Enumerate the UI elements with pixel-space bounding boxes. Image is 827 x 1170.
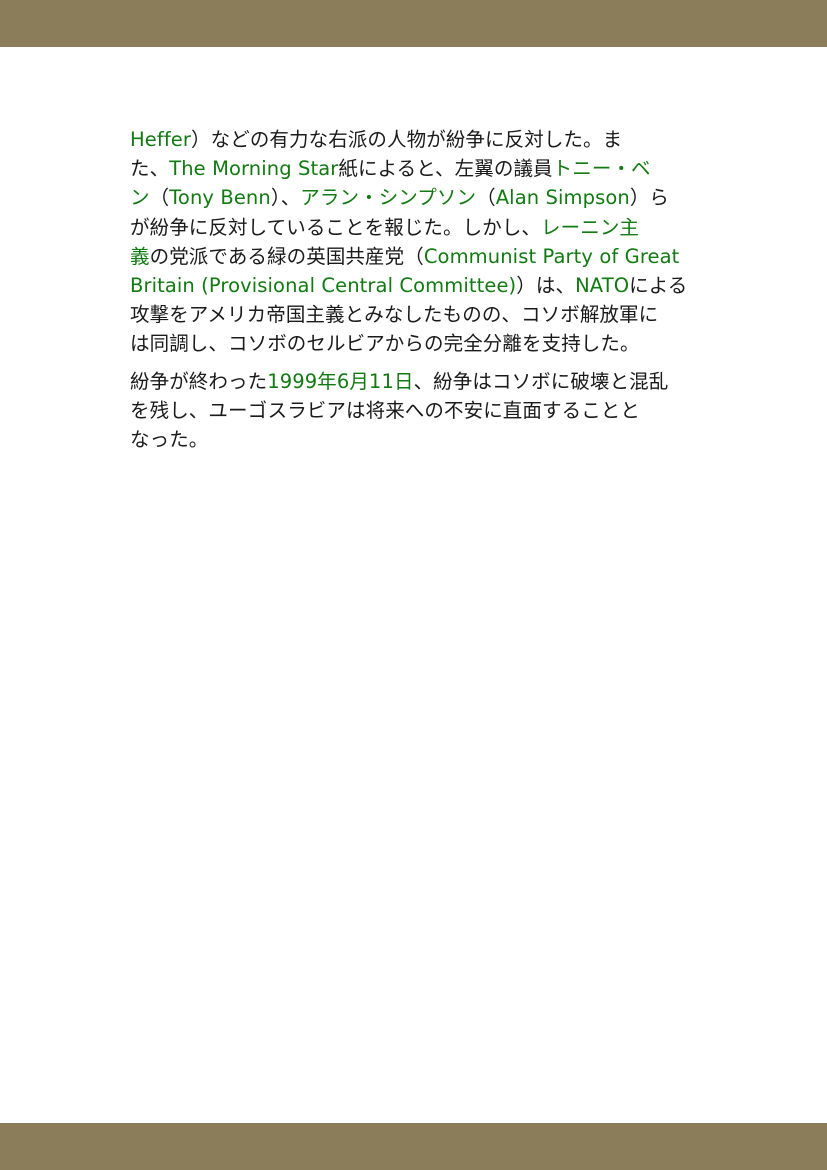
body-text: の党派である緑の英国共産党（: [149, 244, 424, 268]
text-line: を残し、ユーゴスラビアは将来への不安に直面することと: [130, 396, 690, 425]
text-line: Heffer）などの有力な右派の人物が紛争に反対した。ま: [130, 125, 690, 154]
text-line: 紛争が終わった1999年6月11日、紛争はコソボに破壊と混乱: [130, 367, 690, 396]
inline-link[interactable]: 1999年6月11日: [267, 370, 413, 393]
inline-link[interactable]: Communist Party of Great: [424, 245, 680, 268]
body-text: た、: [130, 157, 170, 181]
inline-link[interactable]: Britain (Provisional Central Committee): [130, 274, 516, 297]
body-text: ）は、: [516, 274, 576, 298]
text-line: Britain (Provisional Central Committee)）…: [130, 271, 690, 300]
body-text: が紛争に反対していることを報じた。しかし、: [130, 215, 542, 239]
inline-link[interactable]: レーニン主: [541, 216, 639, 239]
text-line: が紛争に反対していることを報じた。しかし、レーニン主: [130, 213, 690, 242]
inline-link[interactable]: NATO: [575, 274, 629, 297]
inline-link[interactable]: トニー・ベ: [553, 157, 651, 180]
inline-link[interactable]: The Morning Star: [169, 157, 338, 180]
body-text: （: [476, 186, 496, 210]
text-line: ン（Tony Benn）、アラン・シンプソン（Alan Simpson）ら: [130, 183, 690, 212]
body-text: 攻撃をアメリカ帝国主義とみなしたものの、コソボ解放軍に: [130, 303, 659, 327]
body-text: による: [629, 274, 688, 298]
body-text: （: [149, 186, 170, 210]
body-text: ）ら: [629, 186, 670, 210]
text-line: なった。: [130, 425, 690, 454]
article-body: Heffer）などの有力な右派の人物が紛争に反対した。ま た、The Mornin…: [130, 125, 690, 462]
inline-link[interactable]: Heffer: [130, 128, 191, 151]
text-line: 義の党派である緑の英国共産党（Communist Party of Great: [130, 242, 690, 271]
body-text: ）、: [270, 186, 301, 210]
body-text: 紛争が終わった: [130, 369, 268, 393]
inline-link[interactable]: Tony Benn: [169, 186, 271, 209]
body-text: なった。: [130, 428, 209, 452]
body-text: ）などの有力な右派の人物が紛争に反対した。ま: [191, 128, 623, 151]
header-band: [0, 0, 827, 47]
text-line: た、The Morning Star紙によると、左翼の議員トニー・ベ: [130, 154, 690, 183]
inline-link[interactable]: 義: [130, 245, 150, 268]
footer-band: [0, 1123, 827, 1170]
body-text: 、紛争はコソボに破壊と混乱: [413, 369, 669, 393]
body-text: は同調し、コソボのセルビアからの完全分離を支持した。: [130, 332, 640, 356]
body-text: 紙によると、左翼の議員: [338, 157, 553, 181]
paragraph-2: 紛争が終わった1999年6月11日、紛争はコソボに破壊と混乱 を残し、ユーゴスラビ…: [130, 367, 690, 455]
paragraph-1: Heffer）などの有力な右派の人物が紛争に反対した。ま た、The Mornin…: [130, 125, 690, 359]
text-line: は同調し、コソボのセルビアからの完全分離を支持した。: [130, 329, 690, 358]
body-text: を残し、ユーゴスラビアは将来への不安に直面することと: [130, 398, 640, 422]
inline-link[interactable]: ン: [130, 186, 150, 209]
inline-link[interactable]: アラン・シンプソン: [300, 186, 476, 209]
text-line: 攻撃をアメリカ帝国主義とみなしたものの、コソボ解放軍に: [130, 300, 690, 329]
inline-link[interactable]: Alan Simpson: [496, 186, 630, 209]
